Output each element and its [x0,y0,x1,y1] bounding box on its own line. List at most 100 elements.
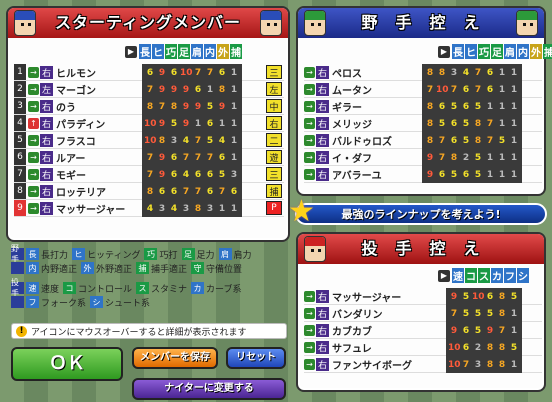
position-badge[interactable]: 遊 [266,150,282,164]
hand-badge: 右 [316,357,329,371]
condition-up-icon: ↑ [28,117,39,129]
player-row[interactable]: 1 → 右ヒルモン 6 9 6 10 7 7 6 1 三 [14,64,284,81]
condition-normal-icon: → [304,151,315,163]
stat-value: 6 [450,118,458,129]
player-row[interactable]: → 右バルドゥロズ 8 7 6 5 8 7 5 1 [304,132,542,149]
manager-avatar-right [260,10,282,36]
stat-value: 1 [230,118,238,129]
stat-value: 5 [474,325,482,336]
column-header[interactable]: 捕 [543,44,552,59]
stat-value: 1 [510,67,518,78]
stat-value: 9 [158,152,166,163]
column-header[interactable]: 捕 [230,44,242,59]
player-row[interactable]: 3 → 右のう 8 7 8 9 9 5 9 1 中 [14,98,284,115]
ok-button[interactable]: ＯＫ [11,347,123,381]
player-row[interactable]: → 右バンダリン 7 5 5 5 8 1 [304,305,542,322]
stat-value: 4 [146,203,154,214]
legend-group-tag [11,296,24,308]
legend-key: 長 [26,248,39,260]
column-header[interactable]: 長 [452,44,464,59]
stat-value: 9 [182,101,190,112]
player-row[interactable]: → 右ムータン 7 10 7 6 7 6 1 1 [304,81,542,98]
column-header[interactable]: ス [478,268,490,283]
reset-button[interactable]: リセット [226,347,286,369]
player-row[interactable]: → 右ペロス 8 8 3 4 7 6 1 1 [304,64,542,81]
stat-value: 8 [146,101,154,112]
column-header[interactable]: カ [491,268,503,283]
stat-value: 7 [450,84,458,95]
stat-value: 7 [194,152,202,163]
stat-value: 5 [510,291,518,302]
position-badge[interactable]: 右 [266,116,282,130]
position-badge[interactable]: P [266,201,282,215]
legend-text: 内野適正 [41,264,78,275]
column-header[interactable]: 内 [517,44,529,59]
column-header[interactable]: 内 [204,44,216,59]
condition-normal-icon: → [304,307,315,319]
column-header[interactable]: 巧 [165,44,177,59]
column-header[interactable]: 外 [530,44,542,59]
player-row[interactable]: → 右ギラー 8 6 5 6 5 1 1 1 [304,98,542,115]
position-badge[interactable]: 二 [266,133,282,147]
stat-value: 9 [158,169,166,180]
player-row[interactable]: 5 → 右フラスコ 10 8 3 4 7 5 4 1 二 [14,132,284,149]
stat-values: 87899591 [142,98,242,115]
column-header[interactable]: 肩 [191,44,203,59]
column-header[interactable]: 巧 [478,44,490,59]
column-header[interactable]: コ [465,268,477,283]
player-row[interactable]: → 右ファンサイボーグ 10 7 3 8 8 1 [304,356,542,373]
stat-value: 4 [182,135,190,146]
column-header[interactable]: ヒ [465,44,477,59]
hand-badge: 右 [316,167,329,181]
stat-value: 1 [230,135,238,146]
player-row[interactable]: 2 → 左マーゴン 7 9 9 9 6 1 8 1 左 [14,81,284,98]
legend-key: 守 [191,262,205,274]
stat-values: 10 9 5 9 1 6 1 1 [142,115,242,132]
player-row[interactable]: → 右イ・ダフ 9 7 8 2 5 1 1 1 [304,149,542,166]
player-row[interactable]: 7 → 右モギー 7 9 6 4 6 6 5 3 三 [14,166,284,183]
stat-values: 79677761 [142,149,242,166]
player-name: ペロス [332,68,362,80]
column-header[interactable]: シ [517,268,529,283]
column-header[interactable]: 足 [178,44,190,59]
player-row[interactable]: 6 → 右ルアー 7 9 6 7 7 7 6 1 遊 [14,149,284,166]
column-header[interactable]: 長 [139,44,151,59]
stat-values: 965971 [446,322,522,339]
player-row[interactable]: → 右マッサージャー 9 5 10 6 8 5 [304,288,542,305]
column-header[interactable]: 足 [491,44,503,59]
sort-arrow-icon: ▶ [438,269,450,282]
column-header[interactable]: 外 [217,44,229,59]
batting-order-number: 8 [14,183,26,199]
column-header[interactable]: フ [504,268,516,283]
player-row[interactable]: 8 → 右ロッテリア 8 6 6 7 7 6 7 6 捕 [14,183,284,200]
stat-value: 8 [486,359,494,370]
batting-order-number: 7 [14,166,26,182]
legend-text: ヒッティング [87,250,141,261]
legend-key: 肩 [218,248,232,260]
player-row[interactable]: → 右サフュレ 10 6 2 8 8 5 [304,339,542,356]
stat-value: 5 [218,169,226,180]
column-header[interactable]: ヒ [152,44,164,59]
position-badge[interactable]: 捕 [266,184,282,198]
stat-value: 1 [510,84,518,95]
player-row[interactable]: 4 ↑ 右パラディン 10 9 5 9 1 6 1 1 右 [14,115,284,132]
stat-value: 7 [486,135,494,146]
position-badge[interactable]: 中 [266,99,282,113]
stat-value: 5 [486,308,494,319]
night-game-button[interactable]: ナイターに変更する [132,378,286,400]
position-badge[interactable]: 三 [266,167,282,181]
position-badge[interactable]: 三 [266,65,282,79]
player-row[interactable]: → 右アバラーユ 9 6 5 6 5 1 1 1 [304,166,542,183]
stat-value: 1 [230,67,238,78]
column-header[interactable]: 速 [452,268,464,283]
save-members-button[interactable]: メンバーを保存 [132,347,218,369]
legend-key: 内 [26,262,39,274]
player-row[interactable]: → 右カブカブ 9 6 5 9 7 1 [304,322,542,339]
manager-avatar-left [14,10,36,36]
position-badge[interactable]: 左 [266,82,282,96]
player-row[interactable]: → 右メリッジ 8 5 6 5 8 7 1 1 [304,115,542,132]
player-row[interactable]: 9 → 右マッサージャー 4 3 4 3 8 3 1 1 P [14,200,284,217]
hand-badge: 右 [316,133,329,147]
stat-value: 5 [206,135,214,146]
column-header[interactable]: 肩 [504,44,516,59]
